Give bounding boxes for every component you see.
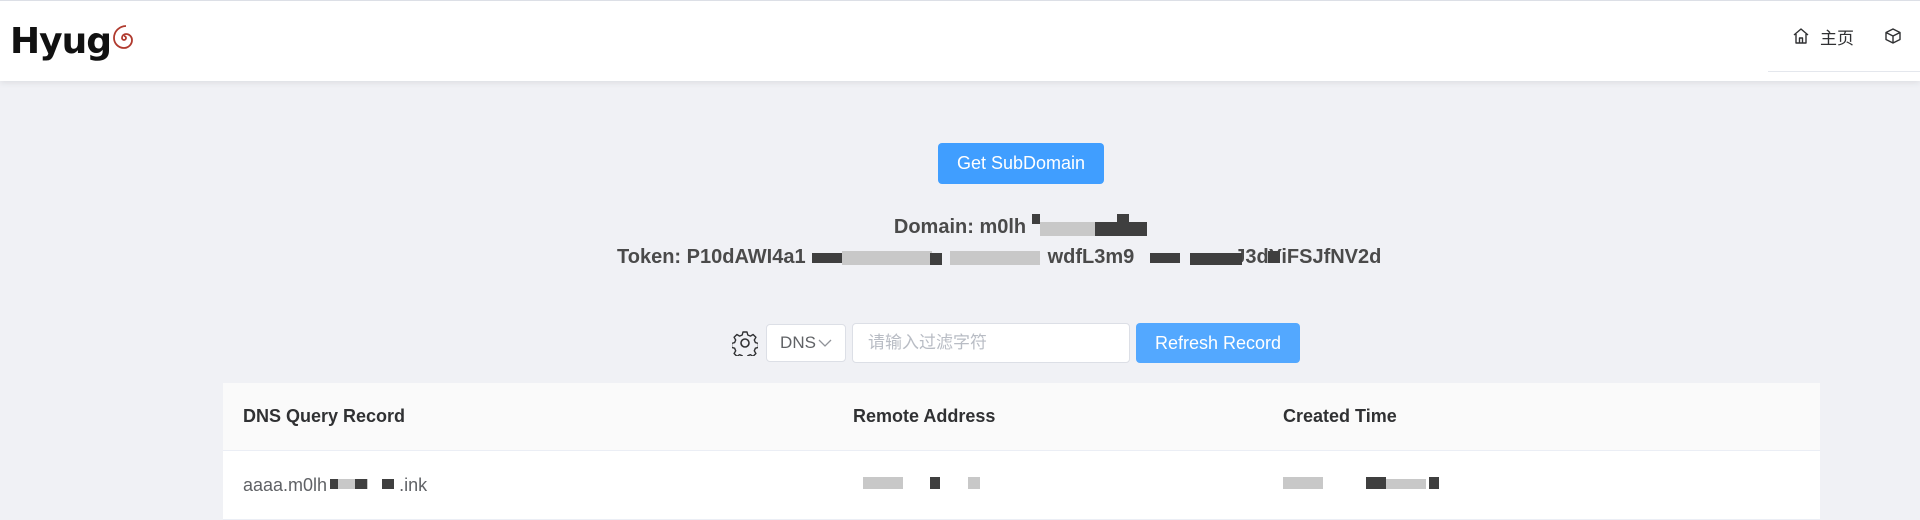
redaction-mask: [1429, 477, 1439, 489]
redaction-mask: [863, 477, 903, 489]
table-row[interactable]: aaaa.m0lh .ink: [223, 451, 1820, 520]
domain-line: Domain: m0lh: [0, 216, 1920, 239]
redaction-mask: [968, 477, 980, 489]
record-type-select[interactable]: DNS: [766, 324, 846, 362]
redaction-mask: [1150, 253, 1180, 263]
get-subdomain-button[interactable]: Get SubDomain: [938, 143, 1104, 184]
redaction-mask: [842, 251, 932, 265]
redaction-mask: [1386, 479, 1426, 489]
refresh-record-button[interactable]: Refresh Record: [1136, 323, 1300, 363]
redaction-mask: [1268, 251, 1280, 263]
cube-icon: [1885, 28, 1901, 44]
app-logo[interactable]: Hyug: [10, 20, 139, 62]
record-toolbar: DNS Refresh Record: [732, 323, 1300, 363]
redaction-mask: [1190, 253, 1242, 265]
redaction-mask: [930, 477, 940, 489]
redaction-mask: [330, 479, 338, 489]
table-header: DNS Query Record Remote Address Created …: [223, 383, 1820, 451]
redaction-mask: [382, 479, 394, 489]
nav-item-home[interactable]: 主页: [1768, 24, 1854, 49]
chevron-down-icon: [818, 339, 832, 347]
column-header-dns-query: DNS Query Record: [243, 406, 406, 426]
column-header-created-time: Created Time: [1283, 406, 1397, 426]
redaction-mask: [1040, 222, 1100, 236]
nav-item-cube[interactable]: [1884, 27, 1902, 45]
redaction-mask: [1117, 214, 1129, 224]
record-table: DNS Query Record Remote Address Created …: [223, 383, 1820, 520]
redaction-mask: [1366, 477, 1386, 489]
record-type-value: DNS: [780, 333, 816, 352]
redaction-mask: [1032, 214, 1040, 224]
token-label: Token:: [617, 246, 682, 268]
logo-text: Hyug: [10, 20, 112, 62]
redaction-mask: [1283, 477, 1323, 489]
nav-home-label: 主页: [1820, 28, 1854, 48]
filter-input[interactable]: [852, 323, 1130, 363]
redaction-mask: [950, 251, 1040, 265]
home-icon: [1793, 28, 1809, 44]
top-navbar: Hyug 主页: [0, 0, 1920, 81]
redaction-mask: [1095, 222, 1147, 236]
redaction-mask: [812, 253, 842, 263]
logo-swirl-icon: [113, 25, 133, 49]
column-header-remote-address: Remote Address: [853, 406, 996, 426]
redaction-mask: [355, 479, 367, 489]
settings-gear-icon[interactable]: [732, 329, 760, 357]
domain-label: Domain:: [893, 216, 974, 238]
redaction-mask: [930, 253, 942, 265]
nav-menu: 主页: [1768, 1, 1920, 72]
